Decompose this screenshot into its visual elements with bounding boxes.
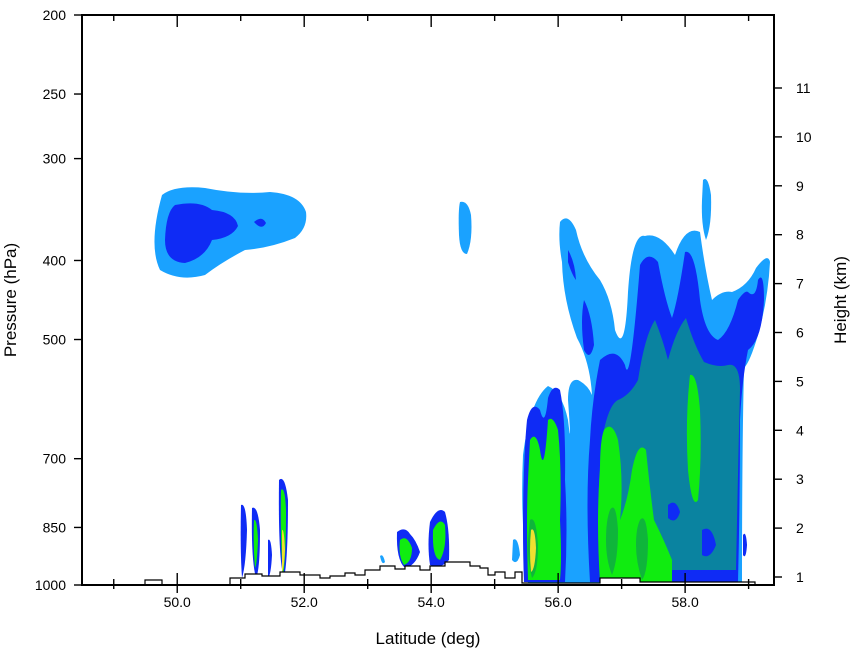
x-tick-label: 56.0 <box>545 594 572 610</box>
plot-area <box>144 179 770 586</box>
height-tick-label: 9 <box>796 178 804 194</box>
contour-level-1 <box>512 539 520 563</box>
height-tick-label: 2 <box>796 520 804 536</box>
y-tick-label: 700 <box>43 451 67 467</box>
x-tick-label: 54.0 <box>418 594 445 610</box>
y-tick-label: 300 <box>43 151 67 167</box>
low-convective-cells <box>240 387 567 582</box>
y-axis-title: Pressure (hPa) <box>1 243 20 357</box>
x-tick-label: 58.0 <box>671 594 698 610</box>
height-tick-label: 3 <box>796 471 804 487</box>
height-tick-label: 1 <box>796 569 804 585</box>
height-tick-label: 10 <box>796 129 812 145</box>
height-tick-label: 5 <box>796 373 804 389</box>
y-tick-label: 400 <box>43 252 67 268</box>
contour-level-1 <box>701 179 712 240</box>
upper-cloud-patch <box>154 187 307 278</box>
cross-section-chart: 50.0 52.0 54.0 56.0 58.0 1000 850 700 500 400 300… <box>1 7 850 648</box>
height-ticks: 1 2 3 4 5 6 7 8 9 10 11 <box>774 80 812 585</box>
contour-level-1 <box>380 555 385 564</box>
height-tick-label: 11 <box>796 80 811 96</box>
height-tick-label: 8 <box>796 227 804 243</box>
y-ticks: 1000 850 700 500 400 300 250 200 <box>35 7 82 593</box>
contour-level-2 <box>268 539 272 578</box>
contour-level-2 <box>743 533 747 557</box>
mid-cloud-patch <box>458 201 472 254</box>
x-tick-label: 52.0 <box>291 594 318 610</box>
y-tick-label: 850 <box>43 519 67 535</box>
height-tick-label: 7 <box>796 276 804 292</box>
height-tick-label: 6 <box>796 325 804 341</box>
x-tick-label: 50.0 <box>164 594 191 610</box>
height-axis-title: Height (km) <box>831 256 850 344</box>
y-tick-label: 500 <box>43 332 67 348</box>
y-tick-label: 250 <box>43 86 67 102</box>
y-tick-label: 1000 <box>35 577 66 593</box>
contour-level-2 <box>240 504 247 578</box>
y-tick-label: 200 <box>43 7 67 23</box>
x-axis-title: Latitude (deg) <box>376 629 481 648</box>
height-tick-label: 4 <box>796 422 804 438</box>
contour-level-1 <box>458 201 472 254</box>
